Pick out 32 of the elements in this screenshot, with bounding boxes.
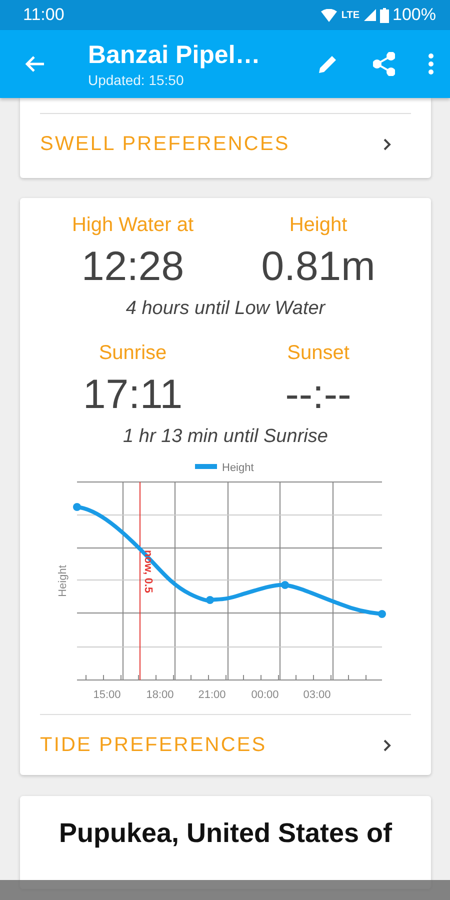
- legend-swatch: [195, 464, 217, 469]
- battery-percent: 100%: [392, 5, 436, 25]
- network-type: LTE: [341, 10, 360, 20]
- preferences-row[interactable]: TIDE PREFERENCES: [20, 715, 431, 775]
- x-axis-label: 18:00: [146, 689, 174, 701]
- location-title: Pupukea, United States of: [58, 818, 394, 849]
- tide-note: 4 hours until Low Water: [124, 297, 327, 321]
- share-icon[interactable]: [370, 50, 398, 78]
- stat-value: 12:28: [81, 242, 184, 291]
- chevron-right-icon: [383, 138, 391, 150]
- clock-time: 11:00: [23, 5, 64, 25]
- x-axis-label: 00:00: [251, 689, 279, 701]
- stat-label: High Water at: [72, 213, 194, 238]
- legend-label: Height: [222, 462, 254, 474]
- now-label: now, 0.5: [142, 550, 154, 593]
- updated-time: Updated: 15:50: [88, 72, 185, 88]
- signal-icon: [364, 9, 376, 21]
- stat-label: Sunrise: [98, 341, 167, 366]
- wifi-icon: [321, 8, 338, 22]
- x-axis-label: 21:00: [198, 689, 226, 701]
- toolbar-title: Banzai Pipel…: [88, 40, 262, 70]
- sun-note: 1 hr 13 min until Sunrise: [122, 425, 329, 449]
- stat-value: --:--: [285, 370, 352, 419]
- x-axis-label: 03:00: [303, 689, 331, 701]
- x-axis-label: 15:00: [93, 689, 121, 701]
- battery-icon: [380, 8, 389, 22]
- stat-label: Height: [289, 213, 348, 238]
- stat-value: 0.81m: [261, 242, 376, 291]
- stat-value: 17:11: [82, 370, 183, 419]
- stat-label: Sunset: [287, 341, 350, 366]
- y-axis-label: Height: [57, 565, 69, 597]
- chevron-right-icon: [383, 738, 391, 752]
